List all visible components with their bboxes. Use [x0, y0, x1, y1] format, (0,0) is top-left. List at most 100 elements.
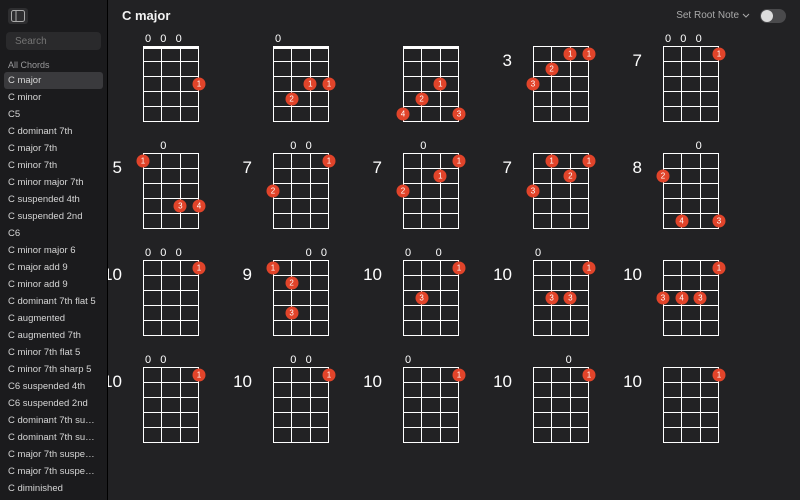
chord-diagram[interactable]: 08243	[646, 140, 736, 229]
open-strings: 00	[403, 247, 459, 259]
sidebar-item[interactable]: C minor major 7th	[0, 174, 107, 191]
finger-dot: 1	[323, 78, 336, 91]
sidebar-item[interactable]: C suspended 2nd	[0, 208, 107, 225]
fret-start-label: 7	[373, 158, 382, 178]
open-strings: 00	[273, 247, 329, 259]
chord-diagram[interactable]: 0101	[516, 354, 606, 443]
fret-start-label: 10	[363, 265, 382, 285]
open-strings: 0	[403, 354, 459, 366]
open-strings: 0	[663, 140, 719, 152]
sidebar-item[interactable]: C5	[0, 106, 107, 123]
page-title: C major	[122, 8, 170, 23]
finger-dot: 1	[713, 47, 726, 60]
finger-dot: 3	[527, 78, 540, 91]
finger-dot: 2	[397, 185, 410, 198]
chord-diagram[interactable]: 010331	[516, 247, 606, 336]
chord-diagram[interactable]: 33211	[516, 33, 606, 122]
sidebar-item[interactable]: C major 7th suspended 4th	[0, 446, 107, 463]
fret-start-label: 10	[493, 265, 512, 285]
fretboard: 4213	[403, 46, 459, 122]
sidebar-item[interactable]: C minor 7th sharp 5	[0, 361, 107, 378]
finger-dot: 1	[137, 154, 150, 167]
sidebar-item[interactable]: C minor 7th flat 5	[0, 344, 107, 361]
sidebar-item[interactable]: C6 suspended 4th	[0, 378, 107, 395]
chord-diagram[interactable]: 07211	[386, 140, 476, 229]
chord-diagram[interactable]: 00071	[646, 33, 736, 122]
chord-list: C majorC minorC5C dominant 7thC major 7t…	[0, 72, 107, 500]
open-strings: 00	[143, 354, 199, 366]
chord-diagram[interactable]: 0001	[126, 33, 216, 122]
fret-start-label: 10	[623, 265, 642, 285]
sidebar-item[interactable]: C augmented 7th	[0, 327, 107, 344]
list-header: All Chords	[0, 56, 107, 72]
finger-dot: 1	[323, 368, 336, 381]
chord-diagram[interactable]: 00721	[256, 140, 346, 229]
sidebar-item[interactable]: C major	[4, 72, 103, 89]
fretboard: 1	[273, 367, 329, 443]
chord-diagram[interactable]: 05134	[126, 140, 216, 229]
chord-diagram[interactable]: 0211	[256, 33, 346, 122]
finger-dot: 1	[453, 261, 466, 274]
finger-dot: 1	[564, 47, 577, 60]
finger-dot: 1	[713, 261, 726, 274]
finger-dot: 4	[397, 108, 410, 121]
sidebar-item[interactable]: C diminished	[0, 480, 107, 497]
sidebar-item[interactable]: C dominant 7th flat 5	[0, 293, 107, 310]
set-root-note-label: Set Root Note	[676, 10, 739, 21]
open-strings: 000	[143, 247, 199, 259]
sidebar-item[interactable]: C suspended 4th	[0, 191, 107, 208]
finger-dot: 2	[415, 93, 428, 106]
sidebar-item[interactable]: C dominant 7th suspende...	[0, 429, 107, 446]
fretboard: 134	[143, 153, 199, 229]
open-strings: 0	[143, 140, 199, 152]
display-toggle[interactable]	[760, 9, 786, 23]
fret-start-label: 10	[363, 372, 382, 392]
finger-dot: 1	[545, 154, 558, 167]
sidebar-item[interactable]: C augmented	[0, 310, 107, 327]
sidebar-item[interactable]: C minor major 6	[0, 242, 107, 259]
open-strings	[663, 354, 719, 366]
fretboard: 1	[663, 367, 719, 443]
sidebar-item[interactable]: C minor 7th	[0, 157, 107, 174]
sidebar-item[interactable]: C dominant 7th suspende...	[0, 412, 107, 429]
sidebar-item[interactable]: C dominant 7th	[0, 123, 107, 140]
finger-dot: 4	[675, 215, 688, 228]
sidebar-item[interactable]: C minor	[0, 89, 107, 106]
open-strings	[533, 140, 589, 152]
sidebar-item[interactable]: C6	[0, 225, 107, 242]
chord-diagram[interactable]: 000101	[126, 247, 216, 336]
chord-diagram[interactable]: 0101	[386, 354, 476, 443]
header: C major Set Root Note	[108, 0, 800, 27]
chord-diagram[interactable]: 009132	[256, 247, 346, 336]
chord-diagram[interactable]: 103431	[646, 247, 736, 336]
open-strings	[663, 247, 719, 259]
chord-diagram[interactable]: 101	[646, 354, 736, 443]
finger-dot: 3	[564, 292, 577, 305]
sidebar-item[interactable]: C major 7th	[0, 140, 107, 157]
fret-start-label: 7	[633, 51, 642, 71]
sidebar-item[interactable]: C major add 9	[0, 259, 107, 276]
finger-dot: 2	[545, 62, 558, 75]
fretboard: 31	[403, 260, 459, 336]
fretboard: 1	[143, 260, 199, 336]
fretboard: 211	[403, 153, 459, 229]
chord-diagram[interactable]: 00101	[256, 354, 346, 443]
open-strings	[533, 33, 589, 45]
finger-dot: 4	[675, 292, 688, 305]
fret-start-label: 7	[503, 158, 512, 178]
chord-diagram[interactable]: 00101	[126, 354, 216, 443]
sidebar-toggle-icon[interactable]	[8, 8, 28, 24]
finger-dot: 3	[527, 185, 540, 198]
fret-start-label: 9	[243, 265, 252, 285]
sidebar-item[interactable]: C6 suspended 2nd	[0, 395, 107, 412]
search-field[interactable]	[6, 32, 101, 50]
sidebar-item[interactable]: C minor add 9	[0, 276, 107, 293]
chord-diagram[interactable]: 001031	[386, 247, 476, 336]
sidebar: All Chords C majorC minorC5C dominant 7t…	[0, 0, 108, 500]
finger-dot: 2	[285, 276, 298, 289]
chord-diagram[interactable]: 73121	[516, 140, 606, 229]
chord-diagram[interactable]: 4213	[386, 33, 476, 122]
fret-start-label: 7	[243, 158, 252, 178]
sidebar-item[interactable]: C major 7th suspended 2nd	[0, 463, 107, 480]
set-root-note-dropdown[interactable]: Set Root Note	[676, 10, 750, 21]
